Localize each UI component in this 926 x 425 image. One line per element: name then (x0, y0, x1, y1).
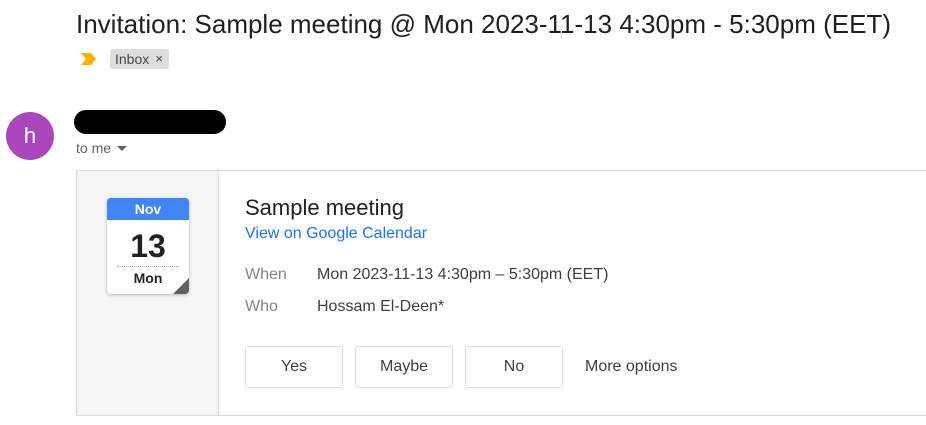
recipient-details-caret-icon[interactable] (117, 146, 128, 151)
calendar-icon-day: 13 (130, 228, 166, 264)
recipient-line: to me (76, 140, 128, 156)
sender-avatar[interactable]: h (6, 112, 54, 160)
event-title: Sample meeting (245, 195, 404, 220)
calendar-icon-month: Nov (107, 198, 189, 220)
recipient-text: to me (76, 140, 112, 156)
more-options-button[interactable]: More options (585, 346, 678, 388)
rsvp-maybe-button[interactable]: Maybe (355, 346, 453, 388)
remove-label-icon[interactable]: × (155, 49, 163, 69)
label-chip-inbox: Inbox × (110, 49, 169, 69)
who-value: Hossam El-Deen* (317, 298, 445, 315)
important-marker-icon[interactable] (80, 51, 98, 67)
who-row: Who Hossam El-Deen* (245, 298, 444, 316)
rsvp-no-button[interactable]: No (465, 346, 563, 388)
sender-name-redacted (74, 110, 226, 134)
who-label: Who (245, 298, 278, 315)
calendar-invite-card: Nov 13 Mon Sample meeting View on Google… (76, 170, 926, 416)
page-fold-icon (173, 278, 189, 294)
when-value: Mon 2023-11-13 4:30pm – 5:30pm (EET) (317, 266, 609, 283)
rsvp-yes-button[interactable]: Yes (245, 346, 343, 388)
label-chip-text: Inbox (115, 51, 150, 67)
calendar-date-icon: Nov 13 Mon (107, 198, 189, 294)
invite-card-sidebar: Nov 13 Mon (77, 171, 219, 415)
view-on-google-calendar-link[interactable]: View on Google Calendar (245, 225, 427, 243)
email-view: Invitation: Sample meeting @ Mon 2023-11… (0, 0, 926, 425)
when-row: When Mon 2023-11-13 4:30pm – 5:30pm (EET… (245, 266, 608, 284)
label-row: Inbox × (80, 48, 169, 70)
email-subject: Invitation: Sample meeting @ Mon 2023-11… (76, 9, 891, 39)
when-label: When (245, 266, 287, 283)
